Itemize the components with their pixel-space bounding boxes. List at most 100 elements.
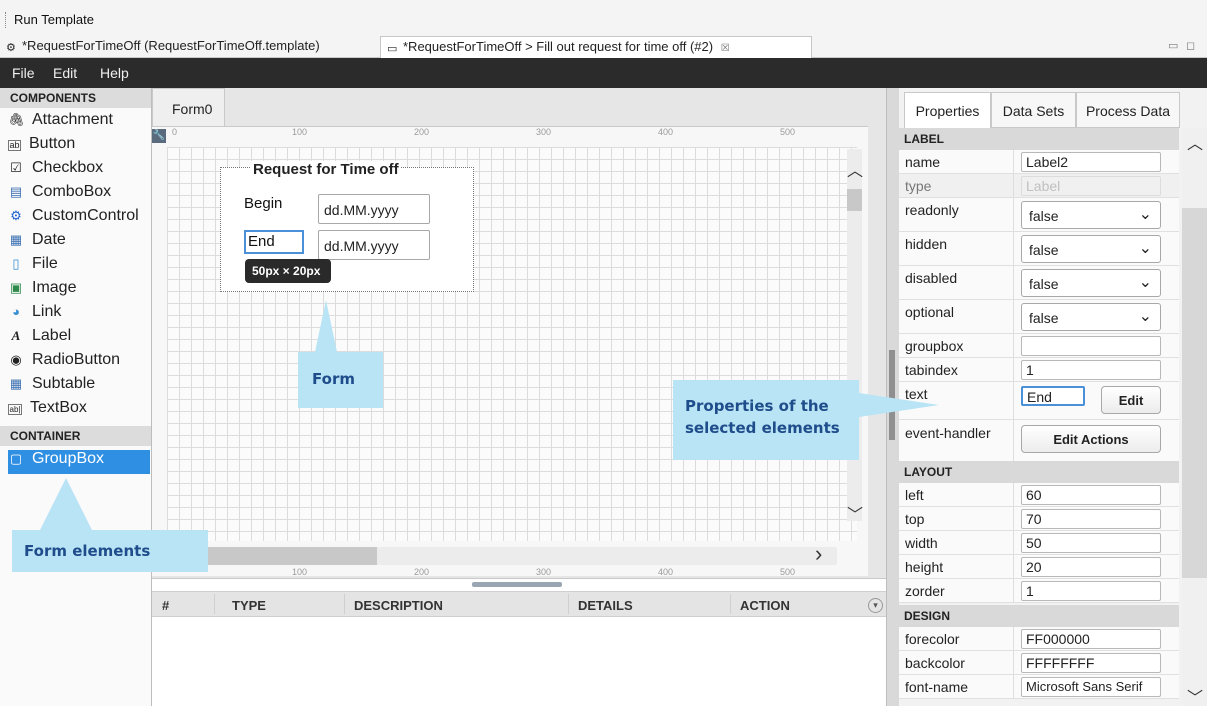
close-tab-icon[interactable]: ☒	[721, 43, 730, 54]
app-window: Run Template ⚙ *RequestForTimeOff (Reques…	[0, 0, 1207, 706]
optional-select[interactable]: false ⌄	[1021, 303, 1161, 331]
scrollbar-thumb[interactable]	[847, 189, 862, 211]
begin-label[interactable]: Begin	[244, 195, 282, 212]
name-input[interactable]: Label2	[1021, 152, 1161, 172]
custom-control-icon: ⚙	[10, 208, 22, 223]
run-template-button[interactable]: Run Template	[14, 12, 94, 27]
calendar-icon: ▦	[9, 232, 23, 247]
backcolor-input[interactable]: FFFFFFFF	[1021, 653, 1161, 673]
column-divider	[1013, 420, 1014, 461]
disabled-select[interactable]: false ⌄	[1021, 269, 1161, 297]
top-input[interactable]: 70	[1021, 509, 1161, 529]
component-subtable[interactable]: ▦ Subtable	[8, 375, 150, 399]
edit-actions-button[interactable]: Edit Actions	[1021, 425, 1161, 453]
callout-pointer	[315, 300, 337, 352]
column-divider[interactable]	[214, 594, 215, 614]
component-date[interactable]: ▦ Date	[8, 231, 150, 255]
scroll-down-icon[interactable]: ﹀	[847, 501, 863, 525]
column-header[interactable]: DETAILS	[578, 598, 633, 613]
component-image[interactable]: ▣ Image	[8, 279, 150, 303]
component-label: Link	[32, 303, 62, 320]
table-header: # TYPE DESCRIPTION DETAILS ACTION ▾	[152, 591, 886, 617]
form-title[interactable]: Request for Time off	[251, 161, 401, 178]
forecolor-input[interactable]: FF000000	[1021, 629, 1161, 649]
ruler-tick-label: 200	[414, 127, 430, 137]
components-header: COMPONENTS	[0, 88, 151, 108]
component-label: File	[32, 255, 58, 272]
column-divider	[1013, 150, 1014, 173]
end-label-selected[interactable]: End	[244, 230, 304, 254]
property-row-readonly: readonly false ⌄	[899, 198, 1179, 232]
groupbox-input[interactable]	[1021, 336, 1161, 356]
size-tooltip: 50px × 20px	[245, 259, 331, 283]
zorder-input[interactable]: 1	[1021, 581, 1161, 601]
hidden-select[interactable]: false ⌄	[1021, 235, 1161, 263]
column-header[interactable]: TYPE	[232, 598, 266, 613]
column-header[interactable]: #	[162, 598, 169, 613]
end-date-input[interactable]: dd.MM.yyyy	[318, 230, 430, 260]
property-row-hidden: hidden false ⌄	[899, 232, 1179, 266]
splitter-handle[interactable]	[472, 582, 562, 587]
height-input[interactable]: 20	[1021, 557, 1161, 577]
column-divider	[1013, 266, 1014, 299]
edit-text-button[interactable]: Edit	[1101, 386, 1161, 414]
canvas-horizontal-scrollbar[interactable]: ›	[207, 541, 837, 566]
column-header[interactable]: ACTION	[740, 598, 790, 613]
property-row-optional: optional false ⌄	[899, 300, 1179, 334]
column-divider[interactable]	[344, 594, 345, 614]
scroll-down-icon[interactable]: ﹀	[1187, 684, 1203, 706]
wrench-icon[interactable]: 🔧	[152, 129, 166, 143]
component-textbox[interactable]: ab| TextBox	[8, 399, 150, 423]
tab-process-data[interactable]: Process Data	[1076, 92, 1180, 128]
menu-edit[interactable]: Edit	[53, 65, 77, 81]
editor-tabs: ⚙ *RequestForTimeOff (RequestForTimeOff.t…	[0, 36, 1207, 58]
font-name-input[interactable]: Microsoft Sans Serif	[1021, 677, 1161, 697]
component-groupbox[interactable]: ▢ GroupBox	[8, 450, 150, 474]
canvas-vertical-scrollbar[interactable]: ︿ ﹀	[847, 149, 863, 524]
readonly-select[interactable]: false ⌄	[1021, 201, 1161, 229]
column-divider[interactable]	[730, 594, 731, 614]
scrollbar-thumb[interactable]	[1182, 208, 1207, 578]
tab-form0[interactable]: Form0	[152, 88, 225, 126]
scrollbar-thumb[interactable]	[207, 547, 377, 565]
property-name: left	[905, 487, 924, 503]
component-combobox[interactable]: ▤ ComboBox	[8, 183, 150, 207]
editor-tab-template[interactable]: ⚙ *RequestForTimeOff (RequestForTimeOff.t…	[0, 36, 375, 58]
maximize-icon[interactable]: ◻	[1186, 39, 1195, 52]
menu-file[interactable]: File	[12, 65, 35, 81]
column-divider[interactable]	[568, 594, 569, 614]
column-header[interactable]: DESCRIPTION	[354, 598, 443, 613]
width-input[interactable]: 50	[1021, 533, 1161, 553]
textbox-icon: ab|	[8, 404, 22, 415]
link-icon: ◕	[12, 304, 20, 319]
toolbar-grip[interactable]	[5, 12, 8, 28]
tab-properties[interactable]: Properties	[904, 92, 991, 128]
tab-data-sets[interactable]: Data Sets	[991, 92, 1076, 128]
component-checkbox[interactable]: ☑ Checkbox	[8, 159, 150, 183]
component-radiobutton[interactable]: ◉ RadioButton	[8, 351, 150, 375]
collapse-icon[interactable]: ▾	[868, 598, 883, 613]
editor-tab-form[interactable]: ▭ *RequestForTimeOff > Fill out request f…	[380, 36, 812, 58]
properties-scrollbar[interactable]: ︿ ﹀	[1182, 128, 1207, 706]
minimize-icon[interactable]: ▭	[1168, 39, 1178, 52]
menu-help[interactable]: Help	[100, 65, 129, 81]
component-button[interactable]: ab Button	[8, 135, 150, 159]
component-file[interactable]: ▯ File	[8, 255, 150, 279]
groupbox-icon: ▢	[9, 451, 23, 466]
left-input[interactable]: 60	[1021, 485, 1161, 505]
begin-date-input[interactable]: dd.MM.yyyy	[318, 194, 430, 224]
component-label: Subtable	[32, 375, 96, 392]
select-value: false	[1029, 276, 1059, 292]
scroll-up-icon[interactable]: ︿	[847, 157, 863, 181]
tabindex-input[interactable]: 1	[1021, 360, 1161, 380]
text-input[interactable]: End	[1021, 386, 1085, 406]
scroll-right-icon[interactable]: ›	[815, 541, 822, 567]
component-attachment[interactable]: 🖇 Attachment	[8, 111, 150, 135]
scroll-up-icon[interactable]: ︿	[1187, 130, 1203, 154]
component-link[interactable]: ◕ Link	[8, 303, 150, 327]
radio-button-icon: ◉	[10, 352, 22, 367]
column-divider	[1013, 675, 1014, 698]
property-name: type	[905, 178, 932, 194]
component-label[interactable]: A Label	[8, 327, 150, 351]
component-customcontrol[interactable]: ⚙ CustomControl	[8, 207, 150, 231]
